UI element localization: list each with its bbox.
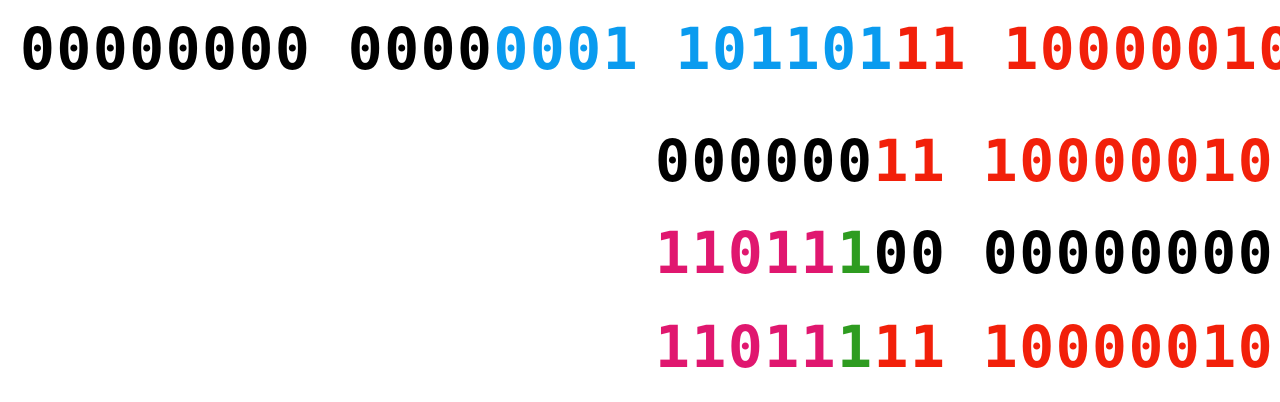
bit-row-low-bits: 00000011 10000010 (655, 132, 1274, 190)
bit-segment-red: 11 10000010 (894, 15, 1280, 83)
bit-segment-black: 00 00000000 (873, 219, 1275, 287)
bit-row-encoded-result: 11011111 10000010 (655, 318, 1274, 376)
bit-segment-blue: 0001 101101 (493, 15, 895, 83)
bit-segment-red: 11 10000010 (873, 127, 1275, 195)
bit-row-original-value: 00000000 00000001 10110111 10000010 (20, 20, 1280, 78)
bit-segment-red: 11 10000010 (873, 313, 1275, 381)
bit-segment-black: 00000000 0000 (20, 15, 494, 83)
bit-segment-pink: 11011 (655, 219, 838, 287)
bit-segment-green: 1 (837, 313, 874, 381)
bit-segment-black: 000000 (655, 127, 874, 195)
bit-row-prefix-mask: 11011100 00000000 (655, 224, 1274, 282)
bit-segment-pink: 11011 (655, 313, 838, 381)
bit-segment-green: 1 (837, 219, 874, 287)
